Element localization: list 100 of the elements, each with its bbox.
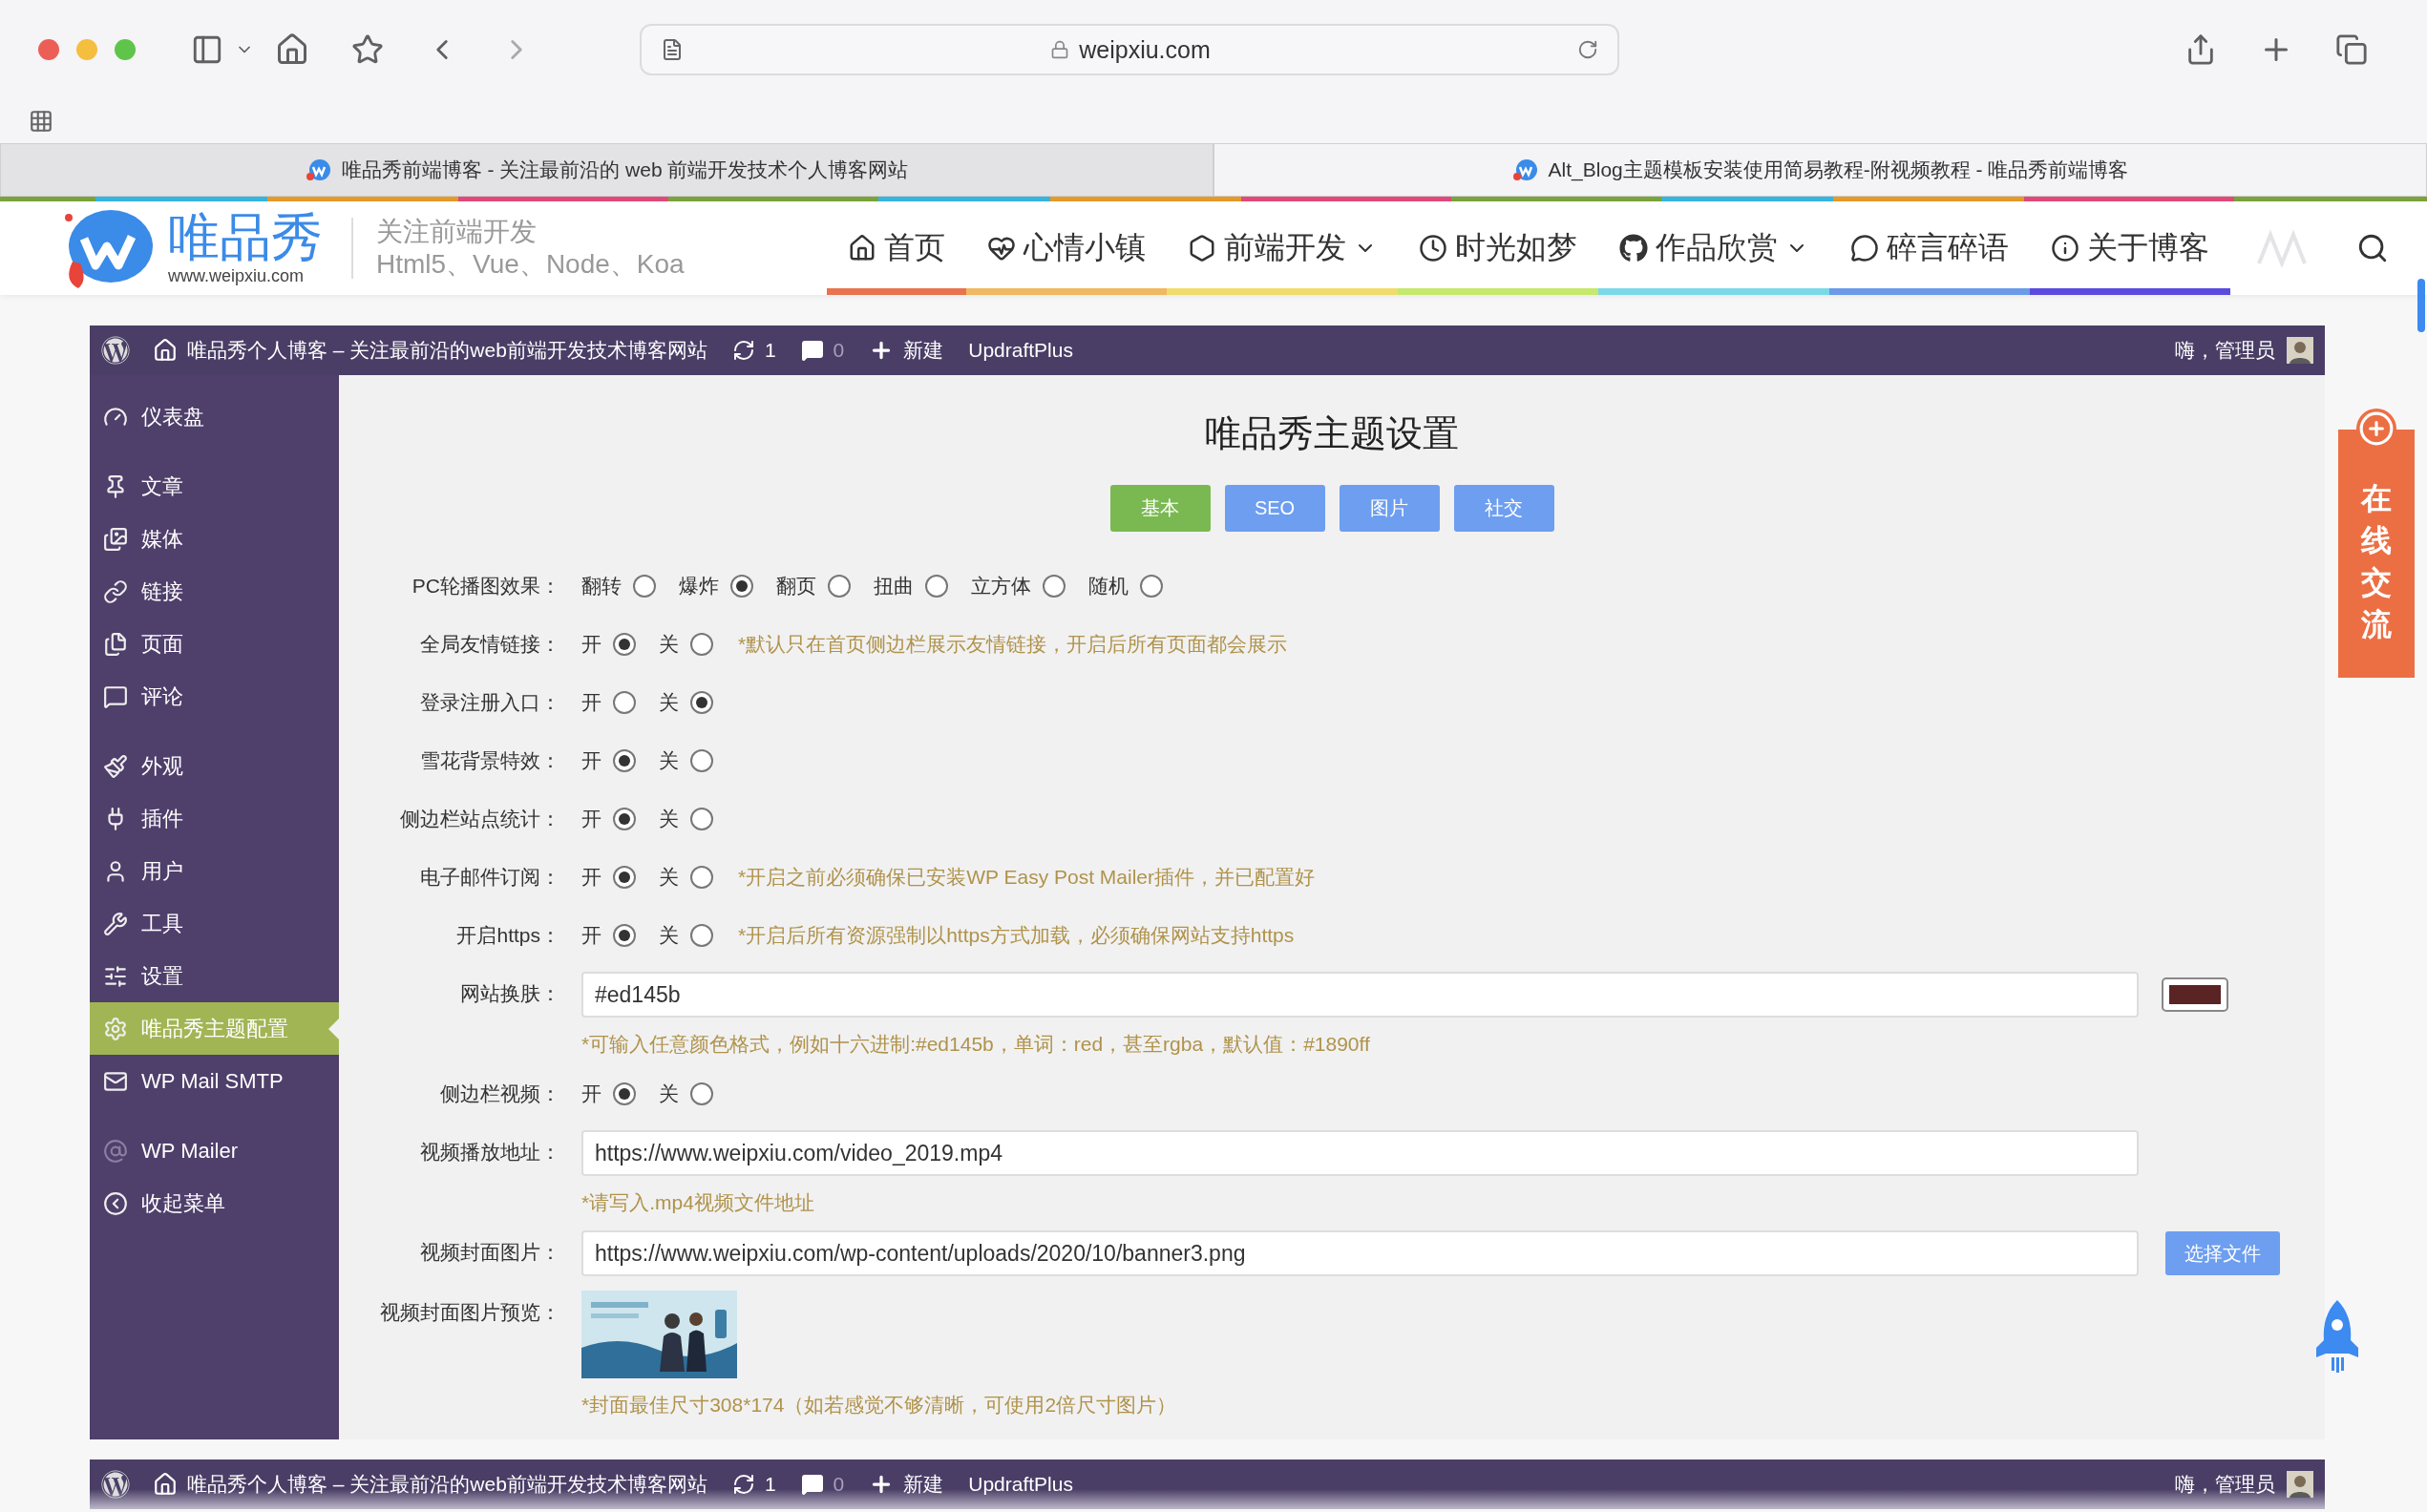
option-label: 开: [581, 1082, 601, 1106]
tagline: 关注前端开发: [376, 216, 538, 248]
radio-button[interactable]: [613, 633, 636, 656]
sidebar-item[interactable]: 外观: [90, 740, 339, 792]
radio-button[interactable]: [690, 808, 713, 830]
grid-icon[interactable]: [29, 109, 53, 134]
setting-label: PC轮播图效果：: [411, 574, 560, 598]
sidebar-item[interactable]: 仪表盘: [90, 390, 339, 443]
plugin-link[interactable]: UpdraftPlus: [968, 1473, 1073, 1496]
sidebar-item[interactable]: WP Mailer: [90, 1124, 339, 1177]
setting-label: 雪花背景特效：: [419, 748, 560, 773]
radio-button[interactable]: [613, 808, 636, 830]
clock-icon: [1419, 234, 1447, 262]
new-link[interactable]: 新建: [903, 1471, 944, 1498]
option-label: 立方体: [971, 574, 1031, 598]
radio-button[interactable]: [613, 924, 636, 947]
radio-button[interactable]: [613, 749, 636, 772]
site-title-link[interactable]: 唯品秀个人博客 – 关注最前沿的web前端开发技术博客网站: [187, 337, 707, 364]
sidebar-item[interactable]: 页面: [90, 618, 339, 670]
star-icon[interactable]: [351, 33, 384, 66]
avatar: [2287, 337, 2313, 364]
sidebar-item[interactable]: 媒体: [90, 513, 339, 565]
option-label: 关: [659, 865, 679, 890]
option-label: 开: [581, 923, 601, 948]
reload-icon[interactable]: [1577, 39, 1598, 60]
sidebar-item[interactable]: 评论: [90, 670, 339, 723]
home-icon: [848, 234, 876, 262]
radio-button[interactable]: [690, 866, 713, 889]
nav-link[interactable]: 碎言碎语: [1829, 201, 2030, 295]
sidebar-item[interactable]: 工具: [90, 897, 339, 950]
radio-button[interactable]: [613, 866, 636, 889]
setting-label: 电子邮件订阅：: [419, 865, 560, 890]
comment-icon[interactable]: [800, 1473, 824, 1496]
sidebar-item[interactable]: 设置: [90, 950, 339, 1002]
greeting-link[interactable]: 嗨，管理员: [2175, 1471, 2275, 1498]
radio-button[interactable]: [925, 575, 948, 598]
nav-link[interactable]: 首页: [827, 201, 966, 295]
home-icon[interactable]: [153, 338, 178, 363]
radio-button[interactable]: [633, 575, 656, 598]
sidebar-item[interactable]: 收起菜单: [90, 1177, 339, 1229]
radio-button[interactable]: [1043, 575, 1066, 598]
sidebar-item[interactable]: WP Mail SMTP: [90, 1055, 339, 1107]
radio-button[interactable]: [690, 691, 713, 714]
wordpress-logo-icon[interactable]: [101, 1470, 130, 1499]
wordpress-logo-icon[interactable]: [101, 336, 130, 365]
option-label: 翻页: [776, 574, 816, 598]
close-window-button[interactable]: [38, 39, 59, 60]
radio-button[interactable]: [613, 691, 636, 714]
radio-button[interactable]: [690, 924, 713, 947]
hint-text: *默认只在首页侧边栏展示友情链接，开启后所有页面都会展示: [738, 632, 1288, 657]
scrollbar-thumb[interactable]: [2417, 279, 2425, 332]
setting-label: 网站换肤：: [459, 981, 560, 1006]
plugin-link[interactable]: UpdraftPlus: [968, 339, 1073, 362]
text-field[interactable]: https://www.weipxiu.com/video_2019.mp4: [581, 1130, 2139, 1176]
text-field[interactable]: https://www.weipxiu.com/wp-content/uploads/2020/10/banner3.png: [581, 1230, 2139, 1276]
sidebar-item[interactable]: 插件: [90, 792, 339, 845]
radio-button[interactable]: [690, 1082, 713, 1105]
greeting-link[interactable]: 嗨，管理员: [2175, 337, 2275, 364]
sidebar-item[interactable]: 链接: [90, 565, 339, 618]
radio-button[interactable]: [613, 1082, 636, 1105]
address-bar[interactable]: weipxiu.com: [640, 24, 1619, 75]
chat-bubble-icon: [1850, 234, 1879, 262]
radio-button[interactable]: [828, 575, 851, 598]
comment-icon[interactable]: [800, 339, 824, 362]
radio-button[interactable]: [690, 749, 713, 772]
option-label: 关: [659, 923, 679, 948]
radio-button[interactable]: [730, 575, 753, 598]
refresh-icon[interactable]: [731, 339, 755, 362]
nav-link[interactable]: 前端开发: [1167, 201, 1398, 295]
updates-count[interactable]: 1: [764, 339, 776, 362]
sidebar-item[interactable]: 用户: [90, 845, 339, 897]
browser-tab[interactable]: 唯品秀前端博客 - 关注最前沿的 web 前端开发技术个人博客网站: [0, 143, 1214, 197]
setting-label: 全局友情链接：: [419, 632, 560, 657]
option-label: 开: [581, 632, 601, 657]
option-label: 开: [581, 807, 601, 831]
text-field[interactable]: #ed145b: [581, 972, 2139, 1018]
search-icon[interactable]: [2356, 232, 2389, 264]
refresh-icon[interactable]: [731, 1473, 755, 1496]
tabs-overview-icon[interactable]: [2335, 33, 2368, 66]
radio-button[interactable]: [690, 633, 713, 656]
color-swatch[interactable]: [2162, 977, 2228, 1012]
sidebar-item[interactable]: 文章: [90, 460, 339, 513]
nav-link[interactable]: 作品欣赏: [1598, 201, 1829, 295]
comments-count[interactable]: 0: [833, 1473, 845, 1496]
nav-link[interactable]: 心情小镇: [966, 201, 1167, 295]
radio-button[interactable]: [1140, 575, 1163, 598]
link-icon: [103, 578, 128, 604]
new-link[interactable]: 新建: [903, 337, 944, 364]
setting-label: 视频封面图片预览：: [379, 1300, 560, 1325]
sidebar-toggle-icon[interactable]: [191, 33, 223, 66]
option-label: 爆炸: [679, 574, 719, 598]
home-icon[interactable]: [153, 1472, 178, 1497]
nav-link[interactable]: 关于博客: [2030, 201, 2230, 295]
comments-count[interactable]: 0: [833, 339, 845, 362]
updates-count[interactable]: 1: [764, 1473, 776, 1496]
home-icon[interactable]: [275, 32, 309, 67]
nav-link[interactable]: 时光如梦: [1398, 201, 1598, 295]
browser-tab[interactable]: Alt_Blog主题模板安装使用简易教程-附视频教程 - 唯品秀前端博客: [1214, 143, 2427, 197]
site-title-link[interactable]: 唯品秀个人博客 – 关注最前沿的web前端开发技术博客网站: [187, 1471, 707, 1498]
reader-icon[interactable]: [661, 38, 684, 61]
